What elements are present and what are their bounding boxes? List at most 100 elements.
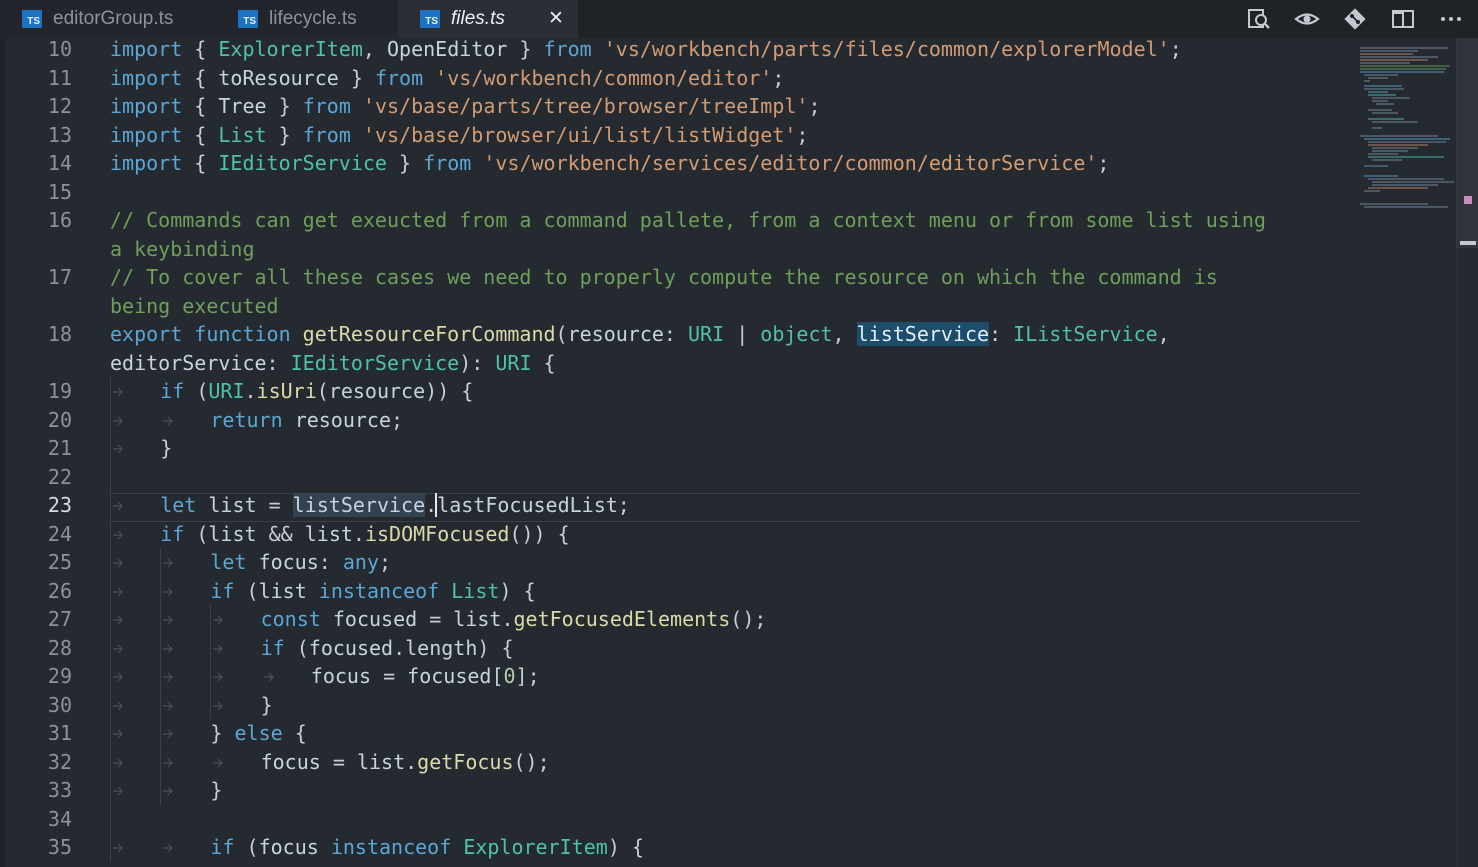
code-line: editorService: IEditorService): URI { [110,350,556,375]
line-number: 28 [47,635,72,660]
indent-arrow-icon [111,783,125,797]
close-icon[interactable]: ✕ [546,8,566,28]
tab-label: editorGroup.ts [53,8,174,29]
indent-arrow-icon [161,840,175,854]
line-number: 18 [47,322,72,346]
code-line: import { IEditorService } from 'vs/workb… [110,151,1110,175]
minimap[interactable] [1358,44,1456,224]
line-number: 34 [47,806,72,831]
indent-arrow-icon [211,612,225,626]
code-line: if (list && list.isDOMFocused()) { [160,521,570,546]
indent-guide [210,605,212,719]
line-number: 29 [47,664,72,688]
code-line: if (focus instanceof ExplorerItem) { [210,835,644,859]
indent-arrow-icon [161,612,175,626]
split-editor-icon[interactable] [1390,6,1416,32]
indent-arrow-icon [161,698,175,712]
line-number: 24 [47,521,72,546]
line-number: 15 [47,179,72,204]
code-line: focus = focused[0]; [310,664,540,688]
indent-arrow-icon [111,584,125,598]
indent-arrow-icon [211,669,225,683]
line-number: 11 [47,65,72,90]
indent-arrow-icon [161,413,175,427]
more-actions-icon[interactable] [1438,6,1464,32]
line-number: 14 [47,151,72,175]
line-number: 30 [47,692,72,717]
line-number: 27 [47,607,72,631]
indent-arrow-icon [111,698,125,712]
indent-arrow-icon [111,498,125,512]
line-number: 25 [47,550,72,574]
line-number: 19 [47,379,72,403]
line-number: 35 [47,835,72,859]
code-line: let list = listService.lastFocusedList; [160,493,630,517]
code-editor[interactable]: import { ExplorerItem, OpenEditor } from… [110,37,1350,867]
scrollbar-thumb[interactable] [1456,38,1478,248]
line-number: 12 [47,94,72,118]
git-compare-icon[interactable] [1342,6,1368,32]
code-line: import { List } from 'vs/base/browser/ui… [110,122,809,147]
line-number: 26 [47,578,72,603]
indent-arrow-icon [211,698,225,712]
line-number: 22 [47,464,72,489]
indent-arrow-icon [111,555,125,569]
typescript-file-icon: TS [22,10,42,28]
indent-guide [110,377,111,862]
indent-arrow-icon [111,527,125,541]
tab-bar: TS editorGroup.ts TS lifecycle.ts TS fil… [0,0,1478,38]
line-number: 23 [47,493,72,517]
tab-editorgroup[interactable]: TS editorGroup.ts [0,0,218,38]
code-line: } [160,436,173,460]
line-number: 31 [47,721,72,745]
find-in-files-icon[interactable] [1246,6,1272,32]
line-number: 21 [47,436,72,460]
code-line: } [210,778,223,802]
line-number: 10 [47,37,72,61]
open-changes-icon[interactable] [1294,6,1320,32]
indent-arrow-icon [111,441,125,455]
code-line: focus = list.getFocus(); [260,749,550,774]
line-number: 17 [47,265,72,289]
indent-arrow-icon [111,384,125,398]
indent-arrow-icon [161,755,175,769]
text-cursor [435,493,438,517]
code-line: if (URI.isUri(resource)) { [160,379,474,403]
word-highlight: listService [292,493,426,517]
code-line: import { ExplorerItem, OpenEditor } from… [110,37,1182,61]
tab-label: lifecycle.ts [269,8,357,29]
code-line: being executed [110,293,279,318]
editor-window: TS editorGroup.ts TS lifecycle.ts TS fil… [0,0,1478,867]
code-line: if (list instanceof List) { [210,578,536,603]
indent-arrow-icon [211,755,225,769]
code-line: return resource; [210,407,404,432]
line-number: 32 [47,749,72,774]
scrollbar-cursor-marker [1460,241,1476,245]
code-line: if (focused.length) { [260,635,514,660]
indent-arrow-icon [111,669,125,683]
tab-files[interactable]: TS files.ts ✕ [398,0,578,38]
indent-arrow-icon [111,413,125,427]
indent-arrow-icon [211,641,225,655]
code-line: } else { [210,721,307,745]
typescript-file-icon: TS [420,10,440,28]
code-line: a keybinding [110,236,255,261]
indent-arrow-icon [161,783,175,797]
indent-arrow-icon [111,612,125,626]
indent-arrow-icon [161,726,175,740]
tab-lifecycle[interactable]: TS lifecycle.ts [216,0,402,38]
indent-arrow-icon [111,641,125,655]
code-line: import { toResource } from 'vs/workbench… [110,65,785,90]
line-number: 33 [47,778,72,802]
typescript-file-icon: TS [238,10,258,28]
indent-guide [160,548,162,805]
line-number: 20 [47,407,72,432]
selection-highlight: listService [856,322,990,346]
indent-arrow-icon [111,726,125,740]
code-line: // Commands can get exeucted from a comm… [110,208,1266,232]
indent-arrow-icon [161,584,175,598]
line-number: 16 [47,208,72,232]
code-line: export function getResourceForCommand(re… [110,322,1170,346]
minimap-preview [1360,47,1454,208]
indent-arrow-icon [161,555,175,569]
